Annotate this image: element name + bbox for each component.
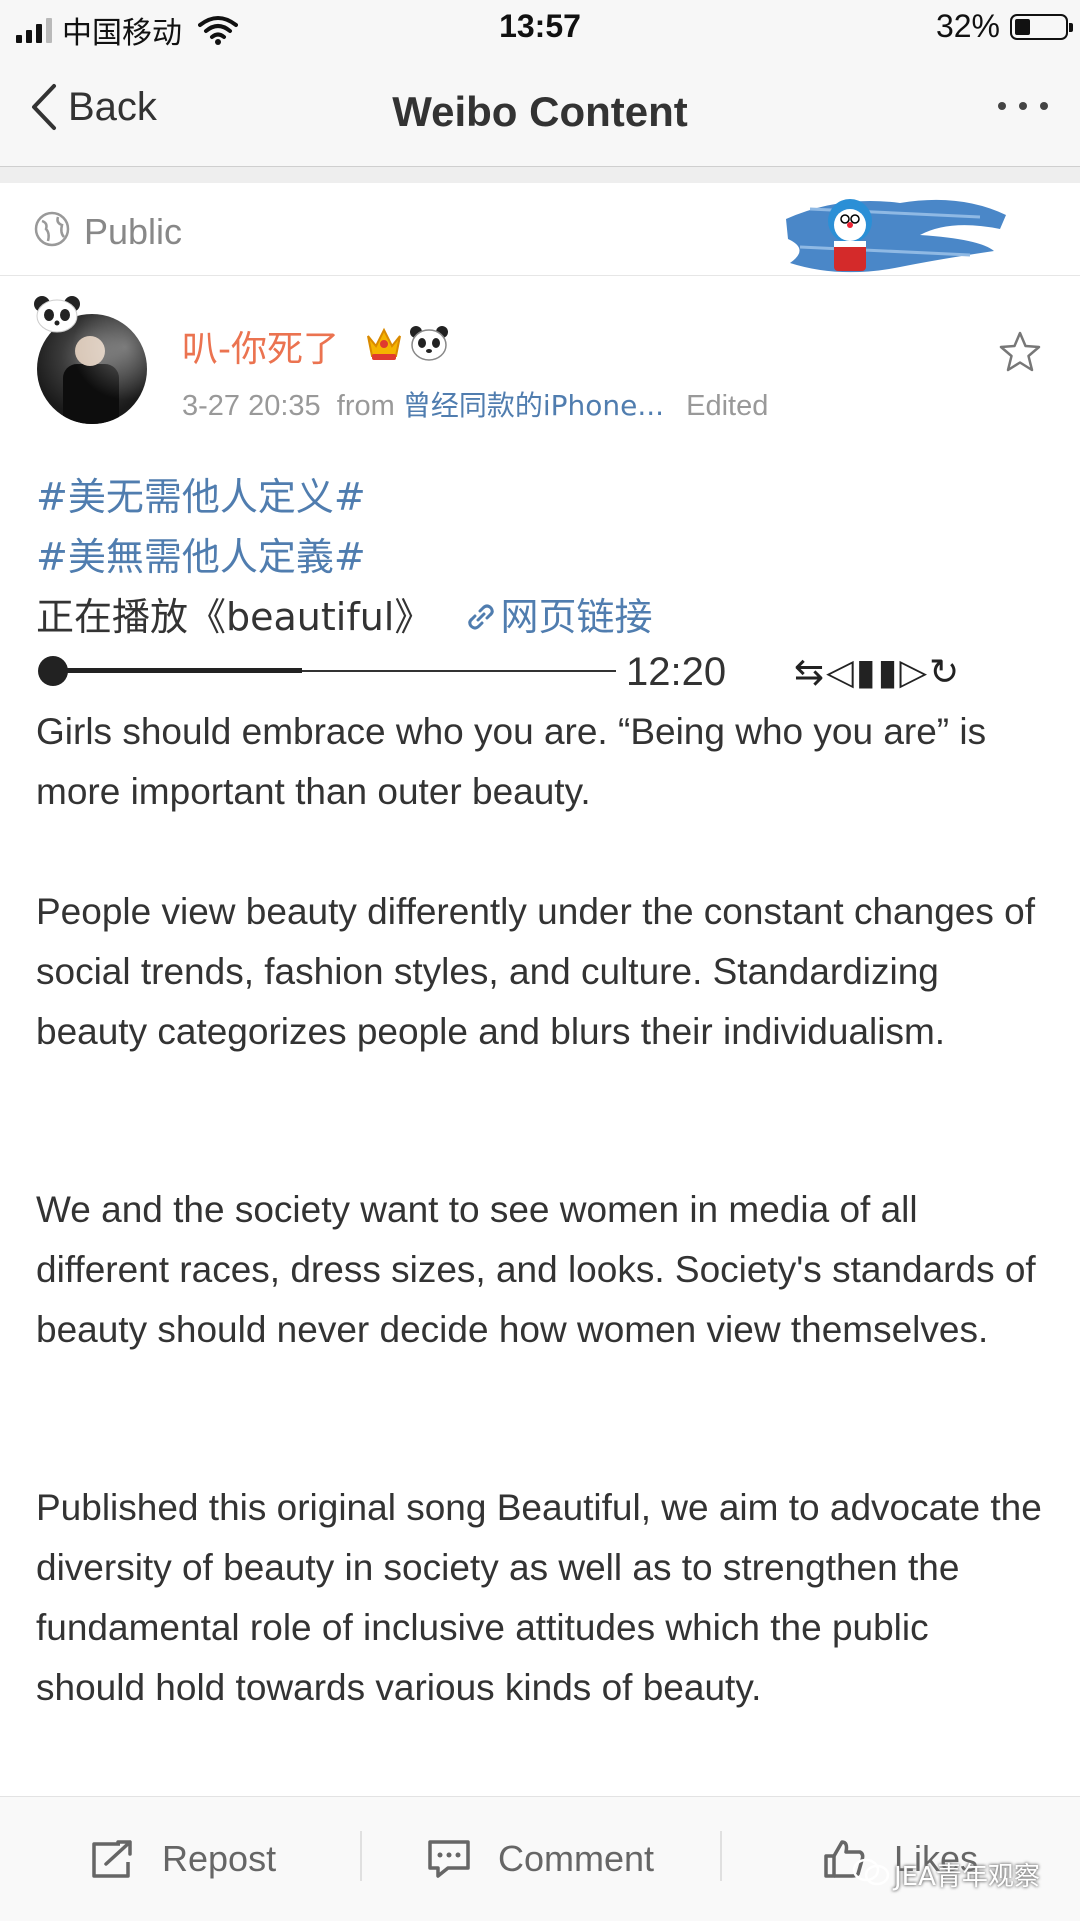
topic-link[interactable]: #美无需他人定义# xyxy=(36,466,366,521)
watermark-text: JEA青年观察 xyxy=(894,1862,1040,1892)
author-avatar[interactable] xyxy=(32,294,152,424)
web-link[interactable]: 网页链接 xyxy=(466,595,652,639)
comment-icon xyxy=(428,1840,470,1878)
author-name[interactable]: 叭-你死了 xyxy=(182,320,339,372)
battery-percent: 32% xyxy=(935,8,1000,44)
web-link-label: 网页链接 xyxy=(500,595,653,639)
dot-icon xyxy=(998,102,1006,110)
edited-label: Edited xyxy=(686,390,769,422)
dot-icon xyxy=(1040,102,1048,110)
progress-knob[interactable] xyxy=(38,656,68,686)
panda-badge-icon xyxy=(34,296,80,333)
clock: 13:57 xyxy=(499,8,581,44)
crown-badge-icon xyxy=(367,327,401,360)
section-gap xyxy=(0,167,1080,183)
post-paragraph: Girls should embrace who you are. “Being… xyxy=(36,711,987,812)
status-bar: 中国移动 13:57 32% xyxy=(0,0,1080,54)
divider xyxy=(360,1831,362,1881)
visibility-row: Public xyxy=(0,183,1080,276)
now-playing-text: 正在播放《beautiful》 xyxy=(36,595,433,639)
divider xyxy=(720,1831,722,1881)
panda-icon xyxy=(410,326,448,361)
repost-label: Repost xyxy=(162,1838,277,1879)
now-playing-line: 正在播放《beautiful》 网页链接 xyxy=(36,586,652,641)
from-label: from xyxy=(336,390,395,422)
comment-label: Comment xyxy=(498,1838,655,1879)
visibility-label: Public xyxy=(84,211,183,252)
doraemon-banner-image xyxy=(786,199,1006,273)
post-timestamp: 3-27 20:35 xyxy=(182,390,321,422)
globe-icon xyxy=(34,211,70,247)
favorite-star-icon[interactable] xyxy=(998,330,1042,374)
post-source-link[interactable]: 曾经同款的iPhone... xyxy=(403,389,664,422)
repost-icon xyxy=(92,1840,132,1878)
progress-fill xyxy=(56,668,302,673)
post-paragraph: We and the society want to see women in … xyxy=(36,1189,1036,1350)
more-menu-button[interactable] xyxy=(998,102,1048,110)
post-paragraph: People view beauty differently under the… xyxy=(36,891,1035,1052)
battery-icon xyxy=(1010,13,1073,40)
topic-link[interactable]: #美無需他人定義# xyxy=(36,526,366,581)
dot-icon xyxy=(1019,102,1027,110)
player-controls[interactable]: ⇆◁▮▮▷↻ xyxy=(794,652,961,693)
battery-fill xyxy=(1015,18,1030,35)
link-icon xyxy=(468,604,495,630)
page-title: Weibo Content xyxy=(392,88,688,135)
status-right: 32% xyxy=(935,8,1073,45)
audio-player: 12:20 ⇆◁▮▮▷↻ xyxy=(36,650,1036,694)
nav-bar: Back Weibo Content xyxy=(0,54,1080,167)
post-meta: 3-27 20:35 from 曾经同款的iPhone... Edited xyxy=(182,384,768,424)
comment-button[interactable]: Comment xyxy=(426,1797,654,1921)
player-time: 12:20 xyxy=(626,650,727,694)
repost-button[interactable]: Repost xyxy=(90,1797,276,1921)
post-paragraph: Published this original song Beautiful, … xyxy=(36,1487,1042,1708)
watermark: JEA青年观察 xyxy=(856,1856,1040,1893)
